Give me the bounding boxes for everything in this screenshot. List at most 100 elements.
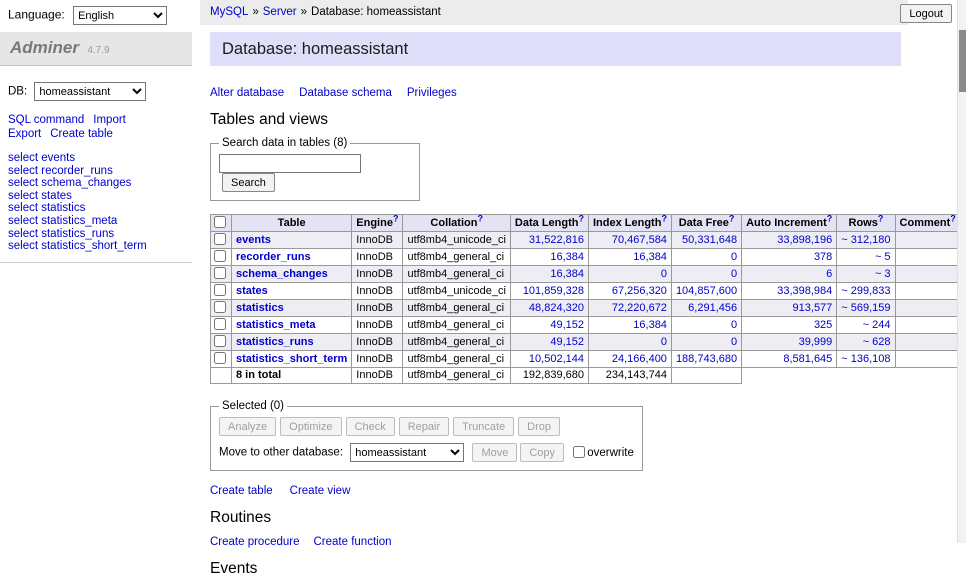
data-length-link[interactable]: 31,522,816	[529, 234, 584, 246]
table-name-link[interactable]: statistics	[236, 302, 284, 314]
rows-count-link[interactable]: ~ 136,108	[841, 353, 890, 365]
help-link[interactable]: ?	[578, 213, 584, 223]
sidebar-action-link[interactable]: Import	[93, 113, 126, 127]
data-length-link[interactable]: 49,152	[550, 319, 584, 331]
logout-button[interactable]: Logout	[900, 4, 952, 23]
index-length-link[interactable]: 0	[661, 336, 667, 348]
help-link[interactable]: ?	[393, 213, 399, 223]
table-name-link[interactable]: schema_changes	[236, 268, 328, 280]
rows-count-link[interactable]: ~ 312,180	[841, 234, 890, 246]
data-free-link[interactable]: 104,857,600	[676, 285, 737, 297]
auto-increment-link[interactable]: 33,398,984	[777, 285, 832, 297]
db-action-link[interactable]: Database schema	[299, 87, 392, 99]
help-link[interactable]: ?	[878, 213, 884, 223]
row-checkbox[interactable]	[214, 233, 226, 245]
data-free-link[interactable]: 0	[731, 251, 737, 263]
row-checkbox[interactable]	[214, 267, 226, 279]
help-link[interactable]: ?	[827, 213, 833, 223]
table-name-link[interactable]: recorder_runs	[236, 251, 311, 263]
data-free-link[interactable]: 0	[731, 268, 737, 280]
auto-increment-link[interactable]: 325	[814, 319, 832, 331]
scrollbar-thumb[interactable]	[959, 30, 966, 92]
overwrite-checkbox[interactable]	[573, 446, 585, 458]
create-link[interactable]: Create table	[210, 485, 273, 497]
search-input[interactable]	[219, 154, 361, 173]
auto-increment-link[interactable]: 33,898,196	[777, 234, 832, 246]
scrollbar[interactable]	[957, 0, 966, 543]
help-link[interactable]: ?	[729, 213, 735, 223]
routine-create-link[interactable]: Create function	[314, 536, 392, 548]
data-length-link[interactable]: 48,824,320	[529, 302, 584, 314]
optimize-button[interactable]: Optimize	[280, 417, 341, 436]
help-link[interactable]: ?	[950, 213, 956, 223]
row-checkbox[interactable]	[214, 335, 226, 347]
index-length-link[interactable]: 67,256,320	[612, 285, 667, 297]
select-all-checkbox[interactable]	[214, 216, 226, 228]
data-length-link[interactable]: 101,859,328	[523, 285, 584, 297]
row-checkbox[interactable]	[214, 284, 226, 296]
breadcrumb-link[interactable]: MySQL	[210, 6, 248, 18]
table-name-link[interactable]: statistics_meta	[236, 319, 316, 331]
sidebar-action-link[interactable]: Create table	[50, 127, 113, 141]
sidebar-action-link[interactable]: SQL command	[8, 113, 84, 127]
data-free-link[interactable]: 0	[731, 336, 737, 348]
sidebar-select-link[interactable]: select recorder_runs	[8, 165, 192, 178]
db-select[interactable]: homeassistant	[34, 82, 146, 101]
move-db-select[interactable]: homeassistant	[350, 443, 464, 462]
truncate-button[interactable]: Truncate	[453, 417, 514, 436]
index-length-link[interactable]: 16,384	[633, 319, 667, 331]
auto-increment-link[interactable]: 8,581,645	[783, 353, 832, 365]
routine-create-link[interactable]: Create procedure	[210, 536, 300, 548]
help-link[interactable]: ?	[477, 213, 483, 223]
move-button[interactable]: Move	[472, 443, 517, 462]
sidebar-select-link[interactable]: select statistics_short_term	[8, 240, 192, 253]
rows-count-link[interactable]: ~ 299,833	[841, 285, 890, 297]
data-free-link[interactable]: 0	[731, 319, 737, 331]
row-checkbox[interactable]	[214, 352, 226, 364]
repair-button[interactable]: Repair	[399, 417, 449, 436]
auto-increment-link[interactable]: 6	[826, 268, 832, 280]
sidebar-select-link[interactable]: select statistics_meta	[8, 215, 192, 228]
row-checkbox[interactable]	[214, 301, 226, 313]
auto-increment-link[interactable]: 39,999	[799, 336, 833, 348]
overwrite-option[interactable]: overwrite	[573, 447, 634, 459]
data-length-link[interactable]: 16,384	[550, 251, 584, 263]
sidebar-select-link[interactable]: select statistics_runs	[8, 228, 192, 241]
index-length-link[interactable]: 70,467,584	[612, 234, 667, 246]
help-link[interactable]: ?	[661, 213, 667, 223]
search-button[interactable]: Search	[222, 173, 275, 192]
data-length-link[interactable]: 49,152	[550, 336, 584, 348]
sidebar-action-link[interactable]: Export	[8, 127, 41, 141]
rows-count-link[interactable]: ~ 569,159	[841, 302, 890, 314]
data-free-link[interactable]: 188,743,680	[676, 353, 737, 365]
sidebar-select-link[interactable]: select states	[8, 190, 192, 203]
auto-increment-link[interactable]: 378	[814, 251, 832, 263]
index-length-link[interactable]: 24,166,400	[612, 353, 667, 365]
data-length-link[interactable]: 16,384	[550, 268, 584, 280]
row-checkbox[interactable]	[214, 318, 226, 330]
data-free-link[interactable]: 6,291,456	[688, 302, 737, 314]
table-name-link[interactable]: statistics_short_term	[236, 353, 347, 365]
data-free-link[interactable]: 50,331,648	[682, 234, 737, 246]
data-length-link[interactable]: 10,502,144	[529, 353, 584, 365]
rows-count-link[interactable]: ~ 3	[875, 268, 891, 280]
copy-button[interactable]: Copy	[520, 443, 564, 462]
adminer-logo[interactable]: Adminer	[10, 38, 79, 57]
language-select[interactable]: English	[73, 6, 167, 25]
table-name-link[interactable]: statistics_runs	[236, 336, 314, 348]
sidebar-select-link[interactable]: select statistics	[8, 202, 192, 215]
table-name-link[interactable]: states	[236, 285, 268, 297]
check-button[interactable]: Check	[346, 417, 395, 436]
db-action-link[interactable]: Privileges	[407, 87, 457, 99]
sidebar-select-link[interactable]: select events	[8, 152, 192, 165]
index-length-link[interactable]: 16,384	[633, 251, 667, 263]
rows-count-link[interactable]: ~ 5	[875, 251, 891, 263]
drop-button[interactable]: Drop	[518, 417, 560, 436]
sidebar-select-link[interactable]: select schema_changes	[8, 177, 192, 190]
create-link[interactable]: Create view	[290, 485, 351, 497]
index-length-link[interactable]: 0	[661, 268, 667, 280]
row-checkbox[interactable]	[214, 250, 226, 262]
table-name-link[interactable]: events	[236, 234, 271, 246]
rows-count-link[interactable]: ~ 244	[863, 319, 891, 331]
db-action-link[interactable]: Alter database	[210, 87, 284, 99]
